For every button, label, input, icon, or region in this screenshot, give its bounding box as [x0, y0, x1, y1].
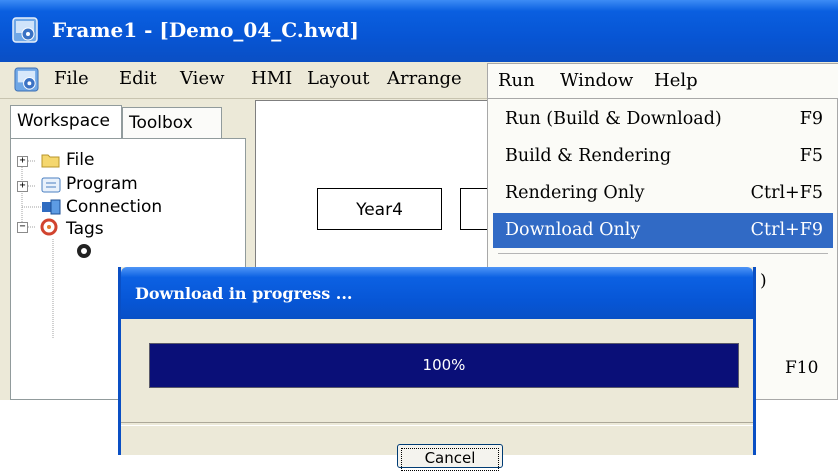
menu-separator — [498, 253, 828, 254]
menu-item-run-build-download[interactable]: Run (Build & Download) F9 — [493, 104, 833, 134]
menu-help[interactable]: Help — [654, 70, 698, 91]
tree-item-connection[interactable]: Connection — [66, 197, 162, 217]
menu-run[interactable]: Run — [498, 70, 535, 91]
focus-ring — [401, 448, 499, 471]
folder-icon — [41, 154, 60, 168]
menu-run-open[interactable]: Run Window Help — [487, 63, 838, 100]
menu-item-shortcut-partial[interactable]: F10 — [785, 358, 818, 378]
menu-item-shortcut: F5 — [799, 146, 823, 166]
tree-item-tags[interactable]: Tags — [66, 219, 104, 239]
menu-edit[interactable]: Edit — [119, 68, 157, 89]
menu-file[interactable]: File — [54, 68, 89, 89]
menu-item-label: Download Only — [505, 220, 641, 240]
year-label-object[interactable]: Year4 — [317, 188, 442, 230]
menu-item-shortcut: Ctrl+F9 — [750, 220, 823, 240]
cancel-button[interactable]: Cancel — [397, 444, 503, 471]
progress-percent-text: 100% — [422, 356, 466, 374]
menu-item-label: Run (Build & Download) — [505, 109, 722, 129]
menu-arrange[interactable]: Arrange — [387, 68, 462, 89]
connection-icon — [42, 199, 61, 215]
expand-file-toggle[interactable]: + — [17, 156, 28, 167]
tree-item-program[interactable]: Program — [66, 174, 138, 194]
dialog-title-bar[interactable]: Download in progress ... — [121, 267, 753, 319]
dialog-title: Download in progress ... — [135, 284, 353, 303]
menu-window[interactable]: Window — [560, 70, 633, 91]
menu-item-partial[interactable]: ) — [760, 271, 767, 291]
tag-item-icon — [77, 244, 91, 258]
download-progress-dialog: Download in progress ... 100% Cancel — [118, 267, 756, 471]
expand-program-toggle[interactable]: + — [17, 181, 28, 192]
menu-hmi[interactable]: HMI — [251, 68, 292, 89]
tags-icon — [40, 218, 58, 236]
menu-item-label: Build & Rendering — [505, 146, 672, 166]
tab-toolbox[interactable]: Toolbox — [122, 107, 222, 139]
menu-item-rendering-only[interactable]: Rendering Only Ctrl+F5 — [493, 178, 833, 208]
download-progress-bar: 100% — [149, 343, 739, 388]
title-bar[interactable]: Frame1 - [Demo_04_C.hwd] — [0, 0, 838, 62]
menu-item-shortcut: Ctrl+F5 — [750, 183, 823, 203]
window-title: Frame1 - [Demo_04_C.hwd] — [52, 18, 359, 42]
app-icon — [12, 17, 38, 43]
menu-view[interactable]: View — [180, 68, 225, 89]
program-icon — [41, 177, 61, 193]
dialog-separator — [121, 422, 753, 426]
collapse-tags-toggle[interactable]: − — [17, 222, 28, 233]
menu-item-build-rendering[interactable]: Build & Rendering F5 — [493, 141, 833, 171]
menu-item-label: Rendering Only — [505, 183, 645, 203]
document-icon[interactable] — [14, 67, 39, 92]
tree-item-file[interactable]: File — [66, 150, 94, 170]
menu-item-download-only[interactable]: Download Only Ctrl+F9 — [493, 213, 833, 248]
tab-workspace[interactable]: Workspace — [10, 105, 122, 139]
menu-item-shortcut: F9 — [799, 109, 823, 129]
menu-layout[interactable]: Layout — [307, 68, 370, 89]
